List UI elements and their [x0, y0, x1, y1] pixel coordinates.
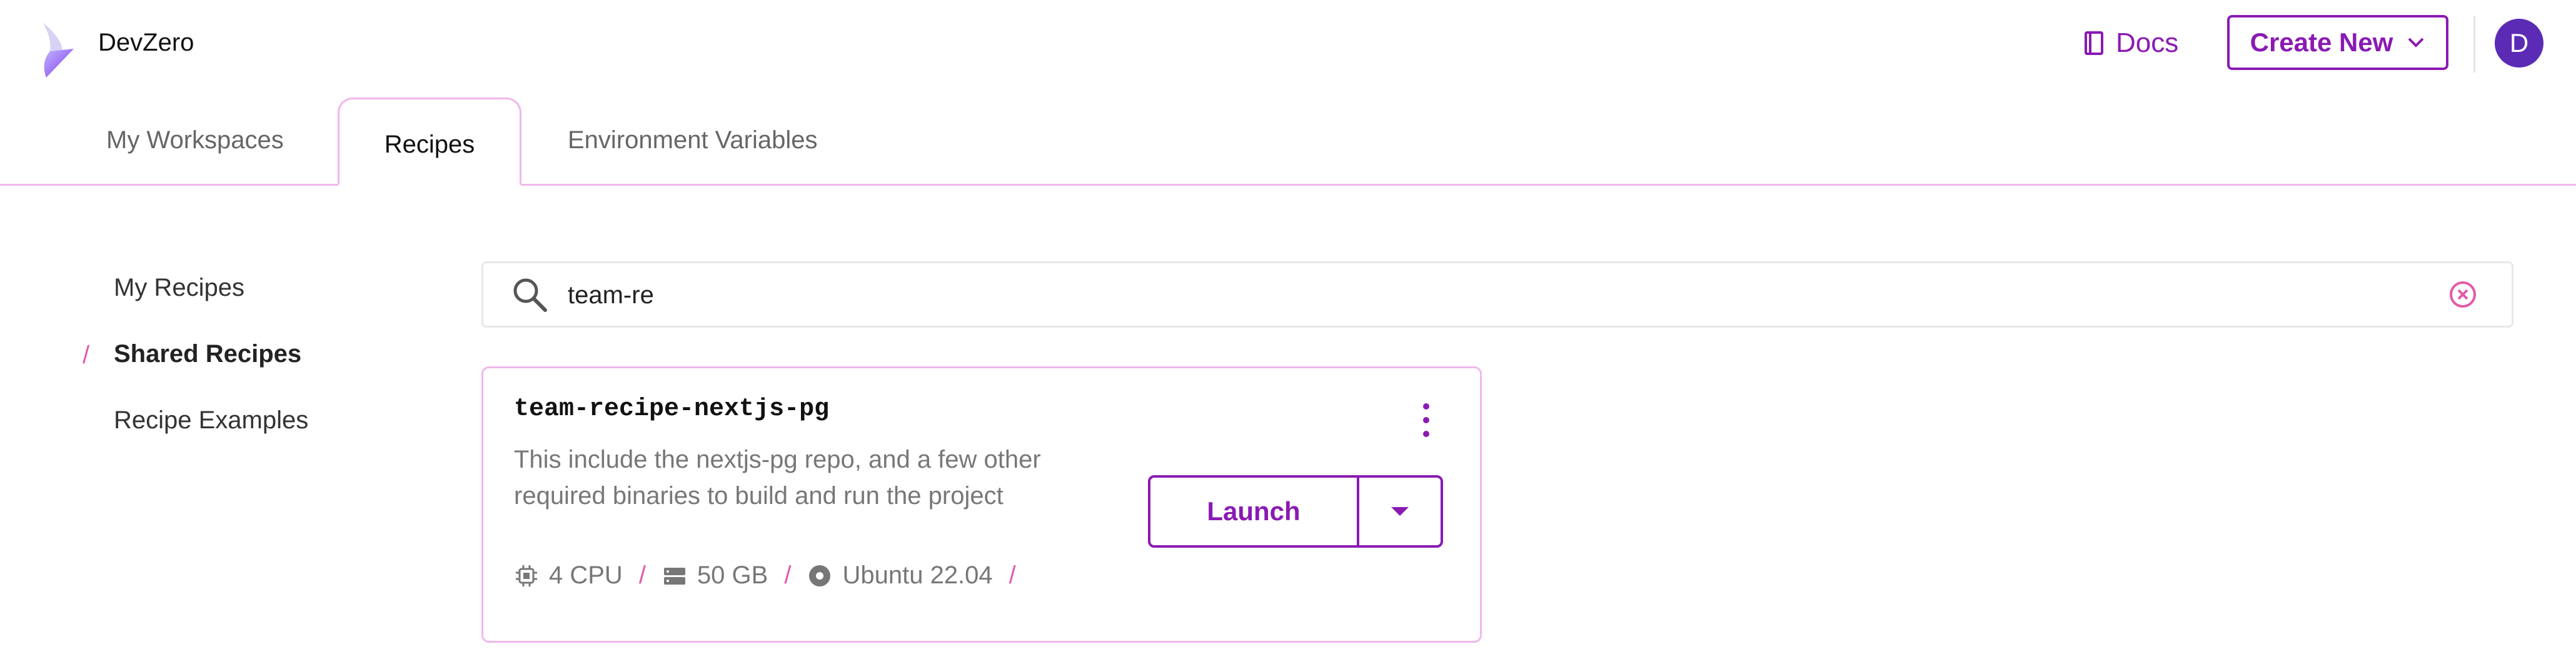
launch-button[interactable]: Launch [1148, 475, 1359, 548]
avatar[interactable]: D [2495, 19, 2543, 68]
launch-options-button[interactable] [1357, 475, 1443, 548]
docs-link[interactable]: Docs [2083, 28, 2178, 59]
devzero-logo[interactable] [38, 21, 76, 79]
disk-icon [809, 565, 831, 586]
storage-icon [663, 567, 685, 585]
spec-storage: 50 GB [662, 561, 768, 590]
brand-name: DevZero [98, 29, 194, 56]
book-icon [2085, 31, 2103, 55]
spec-os: Ubuntu 22.04 [807, 561, 993, 590]
spec-storage-label: 50 GB [697, 561, 768, 589]
sidebar-item-recipe-examples[interactable]: Recipe Examples [114, 406, 308, 435]
recipe-title: team-recipe-nextjs-pg [514, 395, 830, 423]
tab-environment-variables[interactable]: Environment Variables [568, 126, 817, 154]
sidebar-item-my-recipes[interactable]: My Recipes [114, 274, 244, 302]
sidebar-item-shared-recipes[interactable]: Shared Recipes [114, 340, 301, 368]
kebab-menu-icon[interactable] [1417, 401, 1436, 439]
spec-cpu: 4 CPU [514, 561, 623, 590]
search-input[interactable] [566, 274, 2420, 316]
recipe-description: This include the nextjs-pg repo, and a f… [514, 446, 1041, 510]
chevron-down-icon [2408, 38, 2424, 48]
spec-separator: / [1009, 561, 1016, 589]
spec-cpu-label: 4 CPU [549, 561, 623, 589]
header-divider [2473, 16, 2475, 73]
clear-icon[interactable] [2448, 280, 2477, 309]
tab-my-workspaces[interactable]: My Workspaces [106, 126, 284, 154]
spec-separator: / [784, 561, 792, 589]
spec-os-label: Ubuntu 22.04 [842, 561, 993, 589]
recipe-specs: 4 CPU / 50 GB / Ubuntu 22.04 / [514, 561, 1032, 590]
create-new-button[interactable]: Create New [2227, 15, 2448, 70]
create-new-label: Create New [2250, 28, 2393, 57]
cpu-icon [516, 565, 537, 586]
docs-label: Docs [2116, 28, 2179, 58]
caret-down-icon [1391, 507, 1409, 516]
active-marker: / [83, 341, 90, 369]
tab-recipes[interactable]: Recipes [338, 98, 521, 186]
spec-separator: / [638, 561, 646, 589]
search-icon [513, 278, 547, 312]
